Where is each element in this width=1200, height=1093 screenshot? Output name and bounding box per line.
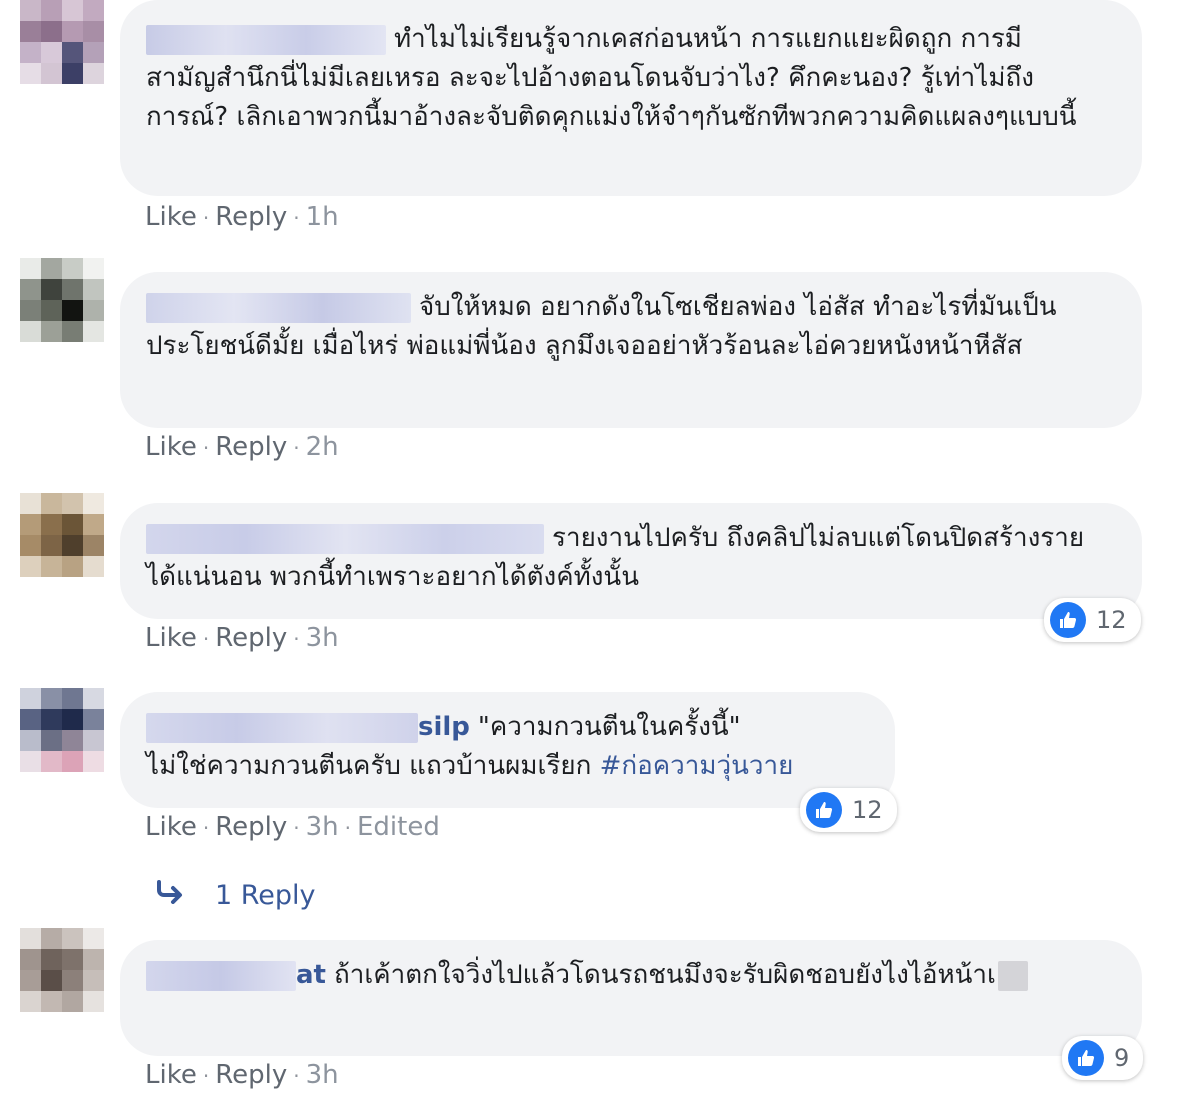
comment-actions: Like · Reply · 3h — [145, 623, 339, 653]
author-name[interactable] — [146, 523, 544, 554]
reply-count-label[interactable]: 1 Reply — [215, 880, 316, 911]
timestamp[interactable]: 2h — [306, 432, 339, 462]
author-name[interactable] — [146, 24, 386, 55]
like-button[interactable]: Like — [145, 1060, 197, 1090]
edited-label[interactable]: Edited — [357, 812, 440, 842]
separator: · — [202, 436, 210, 460]
avatar[interactable] — [20, 688, 104, 772]
timestamp[interactable]: 3h — [306, 1060, 339, 1090]
view-replies-link[interactable]: 1 Reply — [155, 880, 316, 911]
separator: · — [293, 1064, 300, 1088]
separator: · — [202, 627, 210, 651]
separator: · — [293, 436, 300, 460]
like-thumb-icon — [1068, 1040, 1104, 1076]
separator: · — [293, 816, 300, 840]
author-name[interactable]: at — [296, 956, 326, 995]
comment-bubble: at ถ้าเค้าตกใจวิ่งไปแล้วโดนรถชนมึงจะรับผิ… — [120, 940, 1142, 1056]
separator: · — [202, 816, 210, 840]
comment-actions: Like · Reply · 3h · Edited — [145, 812, 440, 842]
separator: · — [344, 816, 351, 840]
like-thumb-icon — [1050, 602, 1086, 638]
like-button[interactable]: Like — [145, 812, 197, 842]
avatar[interactable] — [20, 0, 104, 84]
separator: · — [293, 627, 300, 651]
reply-button[interactable]: Reply — [215, 1060, 287, 1090]
comment-text-line-1: "ความกวนตีนในครั้งนี้" — [477, 712, 741, 742]
hashtag-link[interactable]: #ก่อความวุ่นวาย — [600, 751, 794, 781]
avatar[interactable] — [20, 258, 104, 342]
comment-actions: Like · Reply · 1h — [145, 202, 339, 232]
author-name[interactable] — [146, 292, 411, 323]
like-button[interactable]: Like — [145, 623, 197, 653]
reaction-number: 9 — [1114, 1044, 1130, 1072]
comment-bubble: จับให้หมด อยากดังในโซเชียลพ่อง ไอ่สัส ทำ… — [120, 272, 1142, 428]
like-button[interactable]: Like — [145, 432, 197, 462]
comment-actions: Like · Reply · 2h — [145, 432, 339, 462]
reply-button[interactable]: Reply — [215, 623, 287, 653]
reaction-number: 12 — [852, 796, 883, 824]
comment-line-1: silp "ความกวนตีนในครั้งนี้" — [146, 708, 867, 747]
avatar[interactable] — [20, 493, 104, 577]
reaction-count[interactable]: 12 — [1044, 598, 1141, 642]
separator: · — [202, 206, 210, 230]
like-thumb-icon — [806, 792, 842, 828]
separator: · — [293, 206, 300, 230]
author-name-blur — [146, 712, 418, 743]
timestamp[interactable]: 1h — [306, 202, 339, 232]
comment-text: ถ้าเค้าตกใจวิ่งไปแล้วโดนรถชนมึงจะรับผิดช… — [333, 960, 996, 990]
reaction-number: 12 — [1096, 606, 1127, 634]
comment-bubble: ทำไมไม่เรียนรู้จากเคสก่อนหน้า การแยกแยะผ… — [120, 0, 1142, 196]
reaction-count[interactable]: 9 — [1062, 1036, 1144, 1080]
separator: · — [202, 1064, 210, 1088]
author-name-blur — [146, 960, 296, 991]
timestamp[interactable]: 3h — [306, 812, 339, 842]
reply-arrow-icon — [155, 880, 185, 911]
like-button[interactable]: Like — [145, 202, 197, 232]
comment-line-2: ไม่ใช่ความกวนตีนครับ แถวบ้านผมเรียก #ก่อ… — [146, 747, 867, 786]
timestamp[interactable]: 3h — [306, 623, 339, 653]
comment-bubble: silp "ความกวนตีนในครั้งนี้" ไม่ใช่ความกวน… — [120, 692, 895, 808]
author-name[interactable]: silp — [418, 708, 470, 747]
reply-button[interactable]: Reply — [215, 432, 287, 462]
avatar[interactable] — [20, 928, 104, 1012]
reply-button[interactable]: Reply — [215, 202, 287, 232]
comment-text-line-2: ไม่ใช่ความกวนตีนครับ แถวบ้านผมเรียก — [146, 751, 592, 781]
redacted-text — [997, 960, 1028, 991]
comment-bubble: รายงานไปครับ ถึงคลิปไม่ลบแต่โดนปิดสร้างร… — [120, 503, 1142, 619]
reply-button[interactable]: Reply — [215, 812, 287, 842]
comment-actions: Like · Reply · 3h — [145, 1060, 339, 1090]
reaction-count[interactable]: 12 — [800, 788, 897, 832]
